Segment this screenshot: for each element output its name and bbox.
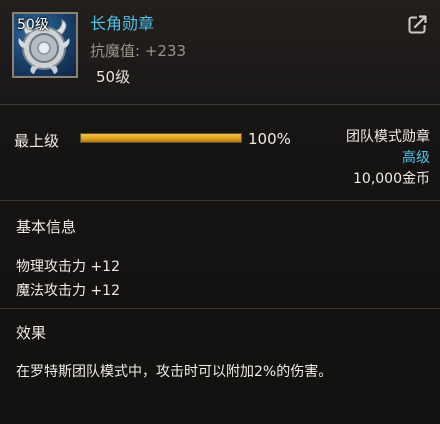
effect-title: 效果 [16,324,47,342]
basic-info-line-magic: 魔法攻击力 +12 [16,283,120,299]
share-button[interactable] [408,14,428,34]
meta-divider [0,200,440,201]
basic-info-title: 基本信息 [16,218,77,236]
effect-divider [0,308,440,309]
item-meta: 团队模式勋章 高级 10,000金币 [346,127,430,190]
share-icon [408,14,428,34]
item-price: 10,000金币 [353,171,430,187]
item-tooltip: 50级 长角勋章 抗魔值: +233 50级 最上级 100% 团队模式勋章 高… [0,0,440,424]
magic-resist-stat: 抗魔值: +233 [90,40,186,61]
stat-value: +233 [144,42,187,60]
effect-description: 在罗特斯团队模式中，攻击时可以附加2%的伤害。 [16,364,333,380]
header-divider [0,104,440,105]
level-requirement: 50级 [96,68,131,86]
item-type: 团队模式勋章 [346,129,430,145]
stat-label: 抗魔值: [90,42,141,60]
item-icon-frame: 50级 [12,12,78,78]
icon-level-badge: 50级 [17,17,49,33]
grade-progress-bar [80,133,242,143]
item-rarity: 高级 [402,150,430,166]
basic-info-line-physical: 物理攻击力 +12 [16,259,120,275]
grade-percent: 100% [248,130,291,148]
grade-label: 最上级 [14,132,60,150]
grade-progress-fill [81,134,241,142]
tooltip-header: 50级 长角勋章 抗魔值: +233 50级 [0,0,440,104]
item-name: 长角勋章 [90,14,155,33]
